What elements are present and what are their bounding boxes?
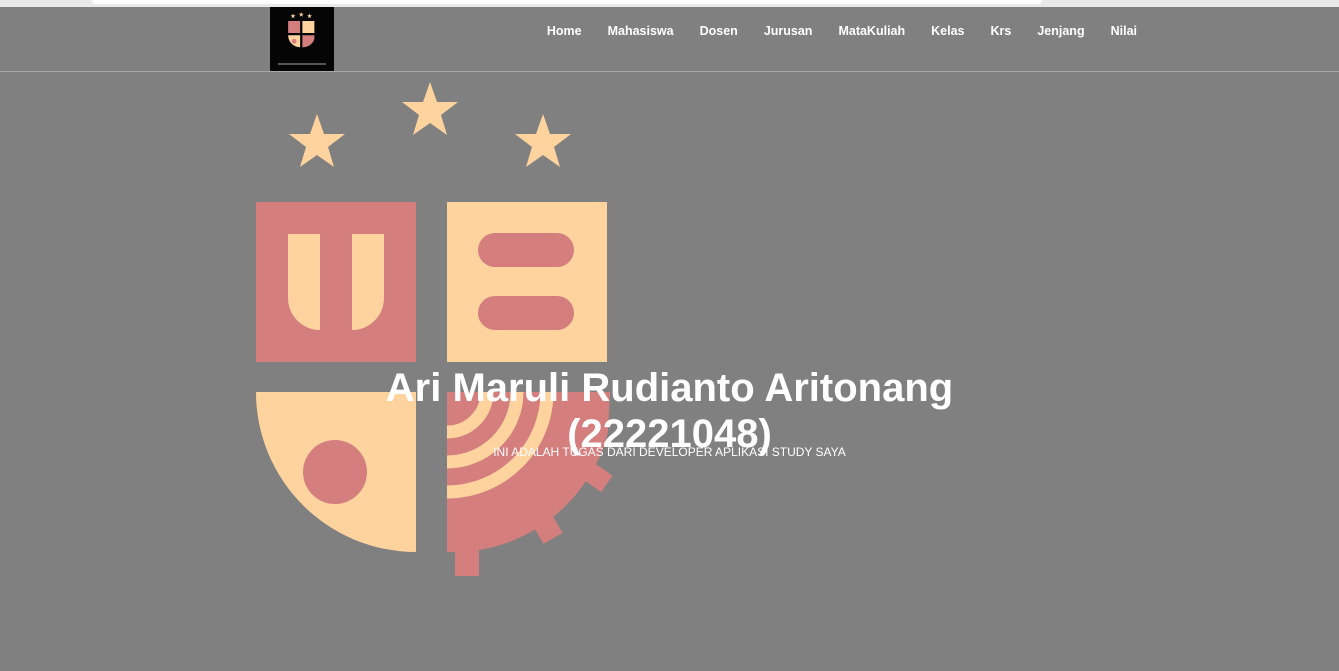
brand-logo[interactable] bbox=[270, 7, 334, 71]
nav-menu: Home Mahasiswa Dosen Jurusan MataKuliah … bbox=[534, 23, 1150, 39]
hero-title: Ari Maruli Rudianto Aritonang (22221048) bbox=[0, 365, 1339, 457]
hero-subtitle: INI ADALAH TUGAS DARI DEVELOPER APLIKASI… bbox=[493, 445, 846, 459]
nav-item-matakuliah[interactable]: MataKuliah bbox=[825, 23, 918, 39]
university-crest-emblem-icon bbox=[256, 82, 613, 576]
nav-item-kelas[interactable]: Kelas bbox=[918, 23, 977, 39]
hero-title-name: Ari Maruli Rudianto Aritonang bbox=[385, 365, 954, 410]
browser-top-strip bbox=[0, 0, 1339, 7]
nav-item-jenjang[interactable]: Jenjang bbox=[1024, 23, 1097, 39]
nav-item-dosen[interactable]: Dosen bbox=[687, 23, 751, 39]
browser-tab-edge bbox=[92, 0, 1042, 4]
nav-item-krs[interactable]: Krs bbox=[978, 23, 1025, 39]
nav-item-jurusan[interactable]: Jurusan bbox=[751, 23, 826, 39]
navbar: Home Mahasiswa Dosen Jurusan MataKuliah … bbox=[0, 7, 1339, 72]
nav-item-nilai[interactable]: Nilai bbox=[1098, 23, 1150, 39]
hero-section: Ari Maruli Rudianto Aritonang (22221048)… bbox=[0, 72, 1339, 671]
nav-item-mahasiswa[interactable]: Mahasiswa bbox=[595, 23, 687, 39]
university-crest-logo-icon bbox=[270, 7, 334, 71]
nav-item-home[interactable]: Home bbox=[534, 23, 595, 39]
